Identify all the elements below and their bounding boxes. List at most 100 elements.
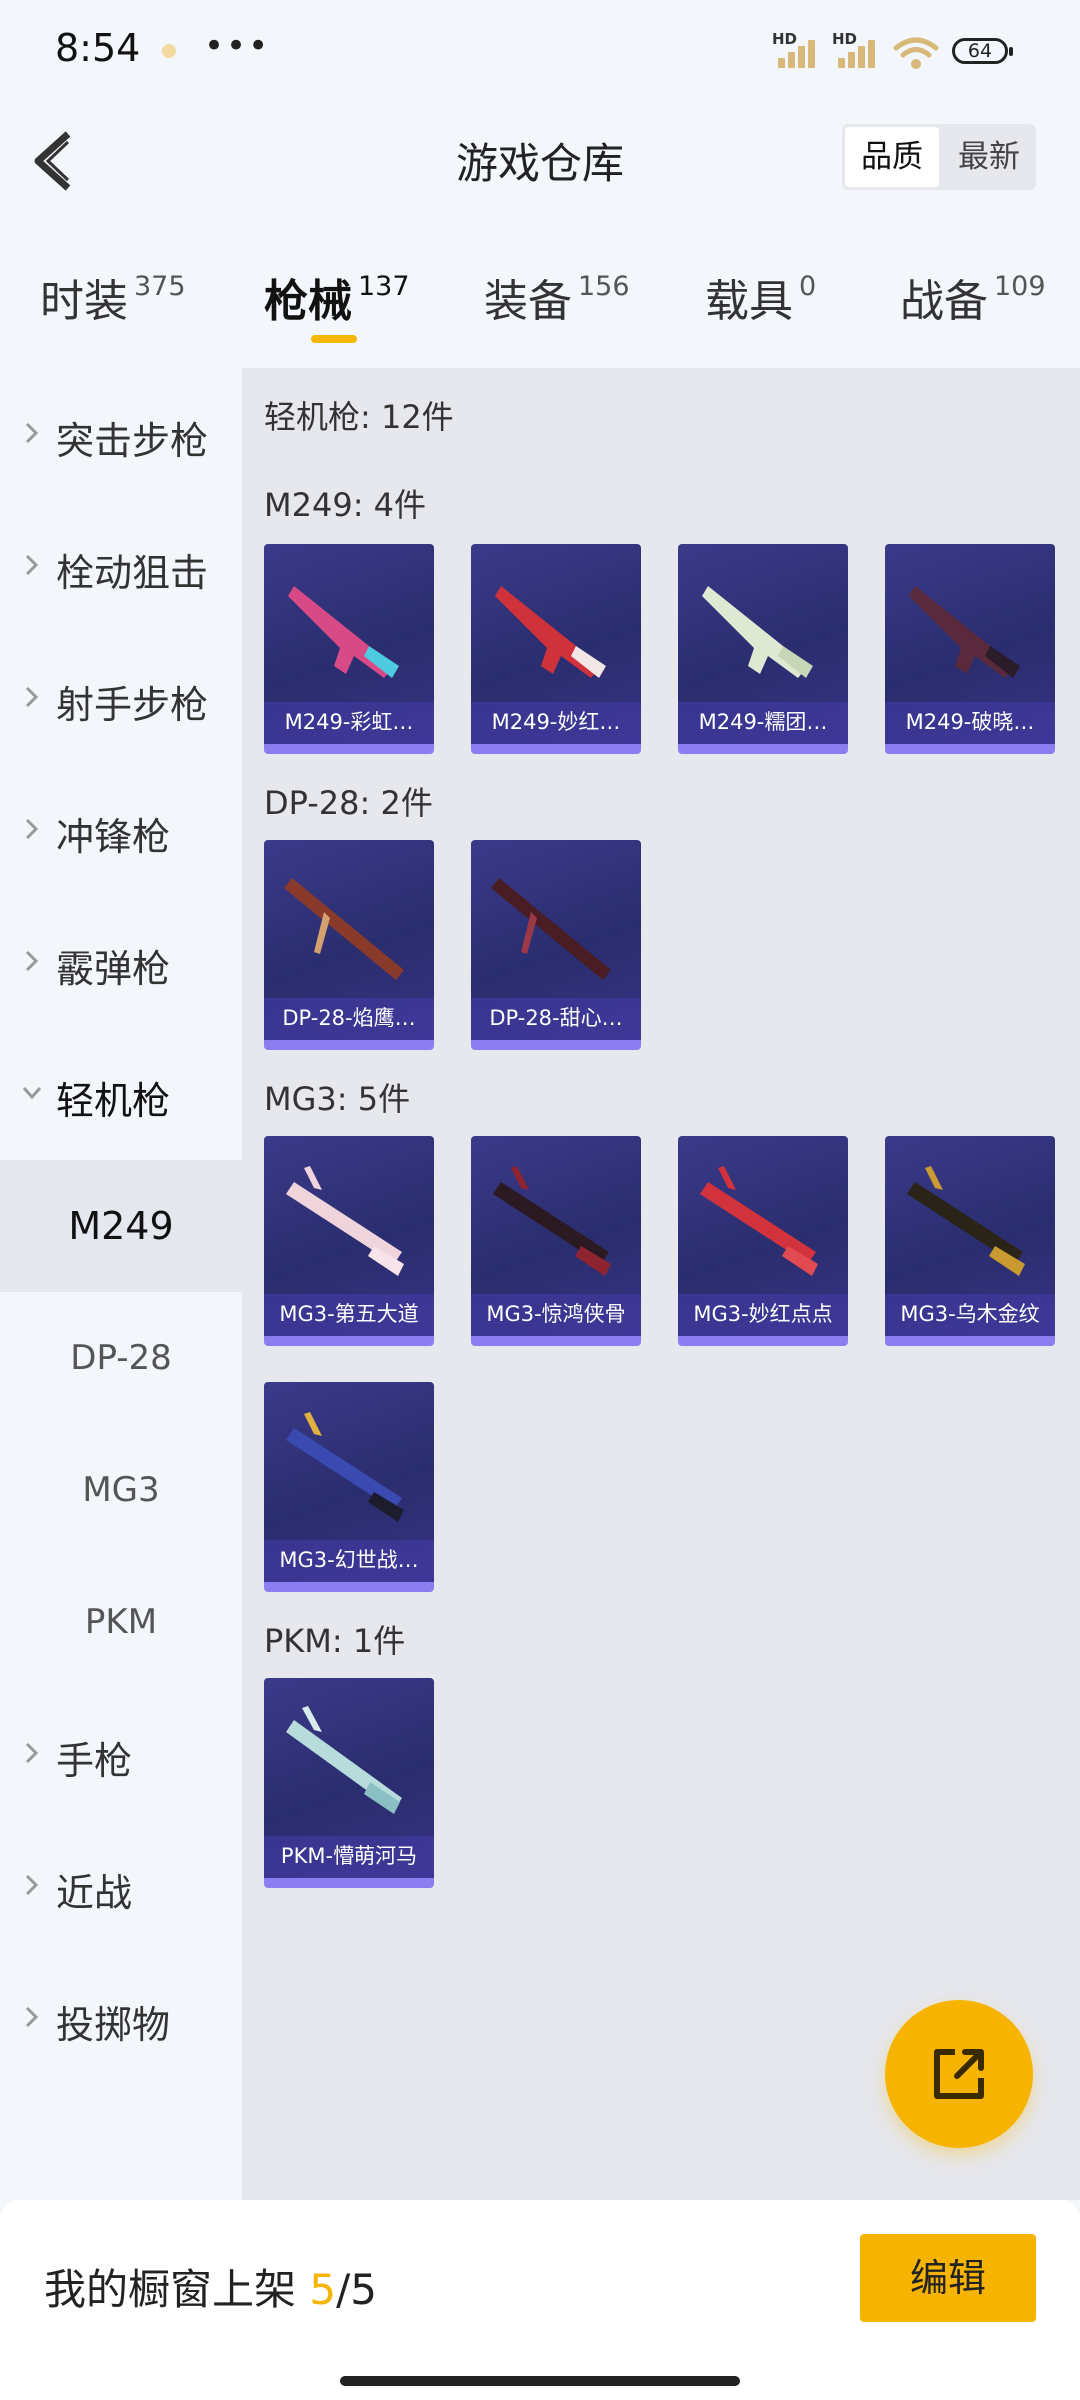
sort-quality-button[interactable]: 品质 — [845, 127, 939, 187]
sidebar-item-throwables[interactable]: 投掷物 — [0, 1952, 242, 2084]
skin-card[interactable]: MG3-惊鸿侠骨 — [471, 1136, 641, 1346]
showcase-current-count: 5 — [309, 2265, 337, 2314]
header: 游戏仓库 品质 最新 — [0, 100, 1080, 220]
status-bar: 8:54 ••• HD HD 64 — [0, 0, 1080, 100]
sidebar-item-label: 栓动狙击 — [56, 551, 209, 595]
tab-vehicles[interactable]: 载具 0 — [705, 265, 816, 329]
skin-card-label: MG3-妙红点点 — [678, 1294, 848, 1336]
showcase-bar: 我的橱窗上架 5/5 编辑 — [0, 2200, 1080, 2400]
tab-count: 109 — [994, 271, 1046, 302]
chevron-right-icon — [25, 554, 39, 576]
skin-card[interactable]: MG3-幻世战… — [264, 1382, 434, 1592]
lmg-skin-icon — [288, 586, 399, 678]
lmg-skin-icon — [286, 1412, 404, 1522]
tab-label: 载具 — [705, 276, 793, 327]
skin-card[interactable]: PKM-懵萌河马 — [264, 1678, 434, 1888]
chevron-right-icon — [25, 950, 39, 972]
edit-button[interactable]: 编辑 — [860, 2234, 1036, 2322]
hd-badge: HD — [832, 30, 858, 48]
notification-dot — [162, 44, 176, 58]
skin-card-label: MG3-乌木金纹 — [885, 1294, 1055, 1336]
sidebar-item-label: 射手步枪 — [56, 683, 209, 727]
item-grid: 轻机枪: 12件 M249: 4件 M249-彩虹… M249-妙红… M249… — [242, 368, 1080, 2200]
chevron-right-icon — [25, 1742, 39, 1764]
more-dots-icon: ••• — [204, 26, 271, 66]
lmg-skin-icon — [907, 1166, 1025, 1276]
tab-count: 156 — [578, 271, 630, 302]
lmg-skin-icon — [286, 1706, 402, 1814]
sidebar-item-label: 冲锋枪 — [56, 815, 171, 859]
category-heading: 轻机枪: 12件 — [264, 398, 454, 436]
skin-card[interactable]: M249-糯团… — [678, 544, 848, 754]
skin-card[interactable]: M249-彩虹… — [264, 544, 434, 754]
group-heading: PKM: 1件 — [264, 1622, 406, 1660]
tab-count: 375 — [134, 271, 186, 302]
tab-guns[interactable]: 枪械 137 — [264, 265, 410, 329]
lmg-skin-icon — [284, 878, 404, 980]
showcase-total-count: /5 — [336, 2265, 377, 2314]
tab-label: 装备 — [484, 276, 572, 327]
chevron-right-icon — [25, 686, 39, 708]
lmg-skin-icon — [491, 878, 611, 980]
sidebar-item-smg[interactable]: 冲锋枪 — [0, 764, 242, 896]
sidebar: 突击步枪 栓动狙击 射手步枪 冲锋枪 霰弹枪 轻机枪 M249 DP-28 MG… — [0, 368, 242, 2200]
lmg-skin-icon — [495, 586, 606, 678]
share-fab[interactable] — [885, 2000, 1033, 2148]
signal-icon-1: HD — [772, 30, 818, 68]
sidebar-sub-mg3[interactable]: MG3 — [0, 1424, 242, 1556]
sidebar-item-label: 近战 — [56, 1871, 133, 1915]
skin-card[interactable]: M249-破晓… — [885, 544, 1055, 754]
skin-card-label: DP-28-焰鹰… — [264, 998, 434, 1040]
group-heading: MG3: 5件 — [264, 1080, 411, 1118]
sidebar-item-label: 手枪 — [56, 1739, 133, 1783]
skin-card-label: MG3-幻世战… — [264, 1540, 434, 1582]
sidebar-item-label: 霰弹枪 — [56, 947, 171, 991]
sort-toggle: 品质 最新 — [842, 124, 1036, 190]
sidebar-item-lmg[interactable]: 轻机枪 — [0, 1028, 242, 1160]
tab-equipment[interactable]: 装备 156 — [484, 265, 630, 329]
lmg-skin-icon — [702, 586, 813, 678]
tab-label: 战备 — [900, 276, 988, 327]
chevron-right-icon — [25, 1874, 39, 1896]
skin-card-label: M249-妙红… — [471, 702, 641, 744]
sidebar-item-pistol[interactable]: 手枪 — [0, 1688, 242, 1820]
skin-card[interactable]: M249-妙红… — [471, 544, 641, 754]
status-time: 8:54 — [55, 26, 141, 70]
lmg-skin-icon — [286, 1166, 404, 1276]
skin-card-label: MG3-惊鸿侠骨 — [471, 1294, 641, 1336]
chevron-right-icon — [25, 2006, 39, 2028]
home-indicator[interactable] — [340, 2376, 740, 2386]
sidebar-item-assault-rifle[interactable]: 突击步枪 — [0, 368, 242, 500]
skin-card[interactable]: DP-28-甜心… — [471, 840, 641, 1050]
tab-count: 0 — [799, 271, 817, 302]
sidebar-item-bolt-sniper[interactable]: 栓动狙击 — [0, 500, 242, 632]
showcase-title: 我的橱窗上架 — [44, 2265, 297, 2314]
signal-icon-2: HD — [832, 30, 878, 68]
sort-latest-button[interactable]: 最新 — [942, 124, 1036, 190]
showcase-label: 我的橱窗上架 5/5 — [44, 2256, 377, 2317]
sidebar-sub-pkm[interactable]: PKM — [0, 1556, 242, 1688]
group-heading: M249: 4件 — [264, 486, 427, 524]
sidebar-sub-m249[interactable]: M249 — [0, 1160, 242, 1292]
sidebar-item-shotgun[interactable]: 霰弹枪 — [0, 896, 242, 1028]
skin-card[interactable]: MG3-妙红点点 — [678, 1136, 848, 1346]
skin-card[interactable]: MG3-乌木金纹 — [885, 1136, 1055, 1346]
skin-card[interactable]: DP-28-焰鹰… — [264, 840, 434, 1050]
skin-card[interactable]: MG3-第五大道 — [264, 1136, 434, 1346]
sidebar-sub-dp28[interactable]: DP-28 — [0, 1292, 242, 1424]
group-heading: DP-28: 2件 — [264, 784, 433, 822]
sidebar-item-melee[interactable]: 近战 — [0, 1820, 242, 1952]
tab-fashion[interactable]: 时装 375 — [40, 265, 186, 329]
lmg-skin-icon — [909, 586, 1020, 678]
active-tab-indicator — [311, 335, 357, 343]
tab-supplies[interactable]: 战备 109 — [900, 265, 1046, 329]
skin-card-label: M249-破晓… — [885, 702, 1055, 744]
battery-icon: 64 — [952, 38, 1013, 64]
tab-label: 枪械 — [264, 276, 352, 327]
sidebar-item-label: 投掷物 — [56, 2003, 171, 2047]
sidebar-item-label: 轻机枪 — [56, 1079, 171, 1123]
tab-label: 时装 — [40, 276, 128, 327]
lmg-skin-icon — [700, 1166, 818, 1276]
sidebar-item-marksman-rifle[interactable]: 射手步枪 — [0, 632, 242, 764]
hd-badge: HD — [772, 30, 798, 48]
